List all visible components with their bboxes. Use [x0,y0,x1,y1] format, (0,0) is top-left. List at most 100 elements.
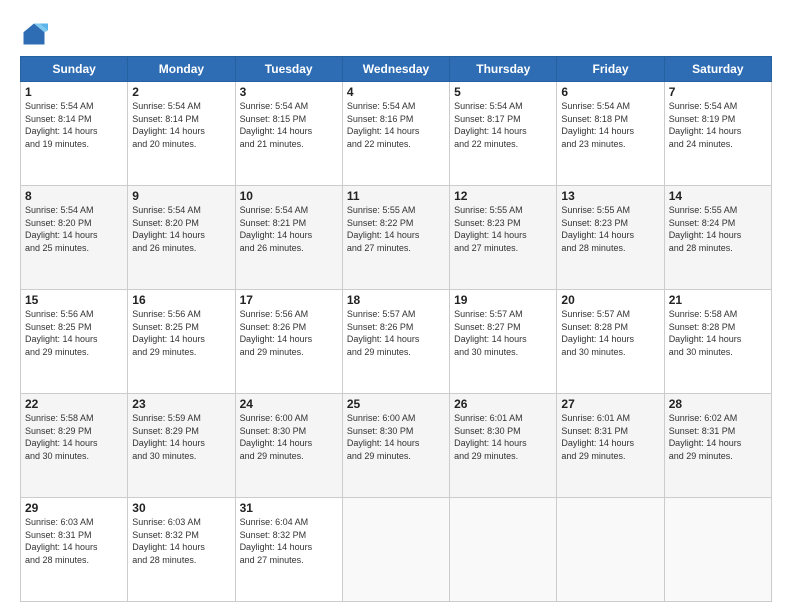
day-info: Sunrise: 5:55 AM Sunset: 8:23 PM Dayligh… [561,204,659,254]
calendar-cell: 10Sunrise: 5:54 AM Sunset: 8:21 PM Dayli… [235,186,342,290]
day-number: 9 [132,189,230,203]
day-info: Sunrise: 5:58 AM Sunset: 8:29 PM Dayligh… [25,412,123,462]
calendar-cell: 21Sunrise: 5:58 AM Sunset: 8:28 PM Dayli… [664,290,771,394]
day-number: 13 [561,189,659,203]
day-number: 12 [454,189,552,203]
calendar-cell: 30Sunrise: 6:03 AM Sunset: 8:32 PM Dayli… [128,498,235,602]
calendar-week-1: 8Sunrise: 5:54 AM Sunset: 8:20 PM Daylig… [21,186,772,290]
calendar-header-sunday: Sunday [21,57,128,82]
calendar-cell: 17Sunrise: 5:56 AM Sunset: 8:26 PM Dayli… [235,290,342,394]
calendar-cell: 16Sunrise: 5:56 AM Sunset: 8:25 PM Dayli… [128,290,235,394]
day-info: Sunrise: 5:59 AM Sunset: 8:29 PM Dayligh… [132,412,230,462]
day-number: 4 [347,85,445,99]
calendar-cell: 9Sunrise: 5:54 AM Sunset: 8:20 PM Daylig… [128,186,235,290]
calendar-header-thursday: Thursday [450,57,557,82]
day-number: 16 [132,293,230,307]
calendar-cell: 8Sunrise: 5:54 AM Sunset: 8:20 PM Daylig… [21,186,128,290]
day-number: 19 [454,293,552,307]
day-number: 1 [25,85,123,99]
day-info: Sunrise: 5:57 AM Sunset: 8:26 PM Dayligh… [347,308,445,358]
calendar-cell: 14Sunrise: 5:55 AM Sunset: 8:24 PM Dayli… [664,186,771,290]
calendar-cell: 6Sunrise: 5:54 AM Sunset: 8:18 PM Daylig… [557,82,664,186]
day-info: Sunrise: 5:54 AM Sunset: 8:17 PM Dayligh… [454,100,552,150]
day-number: 26 [454,397,552,411]
calendar-cell: 2Sunrise: 5:54 AM Sunset: 8:14 PM Daylig… [128,82,235,186]
day-number: 30 [132,501,230,515]
day-number: 10 [240,189,338,203]
calendar-cell: 26Sunrise: 6:01 AM Sunset: 8:30 PM Dayli… [450,394,557,498]
day-number: 24 [240,397,338,411]
day-info: Sunrise: 5:54 AM Sunset: 8:19 PM Dayligh… [669,100,767,150]
page: SundayMondayTuesdayWednesdayThursdayFrid… [0,0,792,612]
day-info: Sunrise: 6:03 AM Sunset: 8:32 PM Dayligh… [132,516,230,566]
day-number: 18 [347,293,445,307]
calendar-cell: 4Sunrise: 5:54 AM Sunset: 8:16 PM Daylig… [342,82,449,186]
day-number: 22 [25,397,123,411]
calendar-cell: 28Sunrise: 6:02 AM Sunset: 8:31 PM Dayli… [664,394,771,498]
day-number: 25 [347,397,445,411]
calendar-cell: 24Sunrise: 6:00 AM Sunset: 8:30 PM Dayli… [235,394,342,498]
calendar-week-4: 29Sunrise: 6:03 AM Sunset: 8:31 PM Dayli… [21,498,772,602]
calendar-header-saturday: Saturday [664,57,771,82]
day-number: 21 [669,293,767,307]
logo-icon [20,20,48,48]
calendar-cell: 23Sunrise: 5:59 AM Sunset: 8:29 PM Dayli… [128,394,235,498]
day-info: Sunrise: 5:54 AM Sunset: 8:18 PM Dayligh… [561,100,659,150]
calendar-cell: 20Sunrise: 5:57 AM Sunset: 8:28 PM Dayli… [557,290,664,394]
day-info: Sunrise: 6:00 AM Sunset: 8:30 PM Dayligh… [347,412,445,462]
day-info: Sunrise: 5:54 AM Sunset: 8:14 PM Dayligh… [132,100,230,150]
calendar-cell [342,498,449,602]
calendar-cell: 7Sunrise: 5:54 AM Sunset: 8:19 PM Daylig… [664,82,771,186]
calendar-cell: 11Sunrise: 5:55 AM Sunset: 8:22 PM Dayli… [342,186,449,290]
calendar-cell: 5Sunrise: 5:54 AM Sunset: 8:17 PM Daylig… [450,82,557,186]
day-number: 3 [240,85,338,99]
day-number: 14 [669,189,767,203]
day-info: Sunrise: 5:57 AM Sunset: 8:28 PM Dayligh… [561,308,659,358]
day-number: 15 [25,293,123,307]
day-info: Sunrise: 6:04 AM Sunset: 8:32 PM Dayligh… [240,516,338,566]
day-info: Sunrise: 6:02 AM Sunset: 8:31 PM Dayligh… [669,412,767,462]
day-number: 8 [25,189,123,203]
day-info: Sunrise: 5:55 AM Sunset: 8:22 PM Dayligh… [347,204,445,254]
calendar-header-tuesday: Tuesday [235,57,342,82]
calendar-cell: 29Sunrise: 6:03 AM Sunset: 8:31 PM Dayli… [21,498,128,602]
calendar-cell: 12Sunrise: 5:55 AM Sunset: 8:23 PM Dayli… [450,186,557,290]
day-number: 11 [347,189,445,203]
calendar-cell [557,498,664,602]
day-number: 2 [132,85,230,99]
day-number: 31 [240,501,338,515]
day-info: Sunrise: 6:00 AM Sunset: 8:30 PM Dayligh… [240,412,338,462]
day-info: Sunrise: 5:54 AM Sunset: 8:14 PM Dayligh… [25,100,123,150]
day-number: 20 [561,293,659,307]
calendar-body: 1Sunrise: 5:54 AM Sunset: 8:14 PM Daylig… [21,82,772,602]
calendar-header-friday: Friday [557,57,664,82]
calendar-header-monday: Monday [128,57,235,82]
calendar-cell [664,498,771,602]
calendar-cell: 1Sunrise: 5:54 AM Sunset: 8:14 PM Daylig… [21,82,128,186]
calendar-cell: 19Sunrise: 5:57 AM Sunset: 8:27 PM Dayli… [450,290,557,394]
day-info: Sunrise: 5:56 AM Sunset: 8:26 PM Dayligh… [240,308,338,358]
day-number: 17 [240,293,338,307]
logo [20,20,50,48]
calendar-cell: 31Sunrise: 6:04 AM Sunset: 8:32 PM Dayli… [235,498,342,602]
day-info: Sunrise: 5:56 AM Sunset: 8:25 PM Dayligh… [25,308,123,358]
calendar-cell: 15Sunrise: 5:56 AM Sunset: 8:25 PM Dayli… [21,290,128,394]
calendar-cell [450,498,557,602]
day-info: Sunrise: 5:54 AM Sunset: 8:15 PM Dayligh… [240,100,338,150]
day-info: Sunrise: 5:57 AM Sunset: 8:27 PM Dayligh… [454,308,552,358]
calendar-cell: 27Sunrise: 6:01 AM Sunset: 8:31 PM Dayli… [557,394,664,498]
calendar-cell: 25Sunrise: 6:00 AM Sunset: 8:30 PM Dayli… [342,394,449,498]
day-number: 7 [669,85,767,99]
day-info: Sunrise: 5:54 AM Sunset: 8:20 PM Dayligh… [25,204,123,254]
calendar-table: SundayMondayTuesdayWednesdayThursdayFrid… [20,56,772,602]
day-info: Sunrise: 5:54 AM Sunset: 8:16 PM Dayligh… [347,100,445,150]
calendar-header-row: SundayMondayTuesdayWednesdayThursdayFrid… [21,57,772,82]
calendar-cell: 13Sunrise: 5:55 AM Sunset: 8:23 PM Dayli… [557,186,664,290]
calendar-header-wednesday: Wednesday [342,57,449,82]
calendar-week-3: 22Sunrise: 5:58 AM Sunset: 8:29 PM Dayli… [21,394,772,498]
day-info: Sunrise: 5:54 AM Sunset: 8:20 PM Dayligh… [132,204,230,254]
day-number: 23 [132,397,230,411]
day-number: 5 [454,85,552,99]
header [20,16,772,48]
day-info: Sunrise: 5:58 AM Sunset: 8:28 PM Dayligh… [669,308,767,358]
